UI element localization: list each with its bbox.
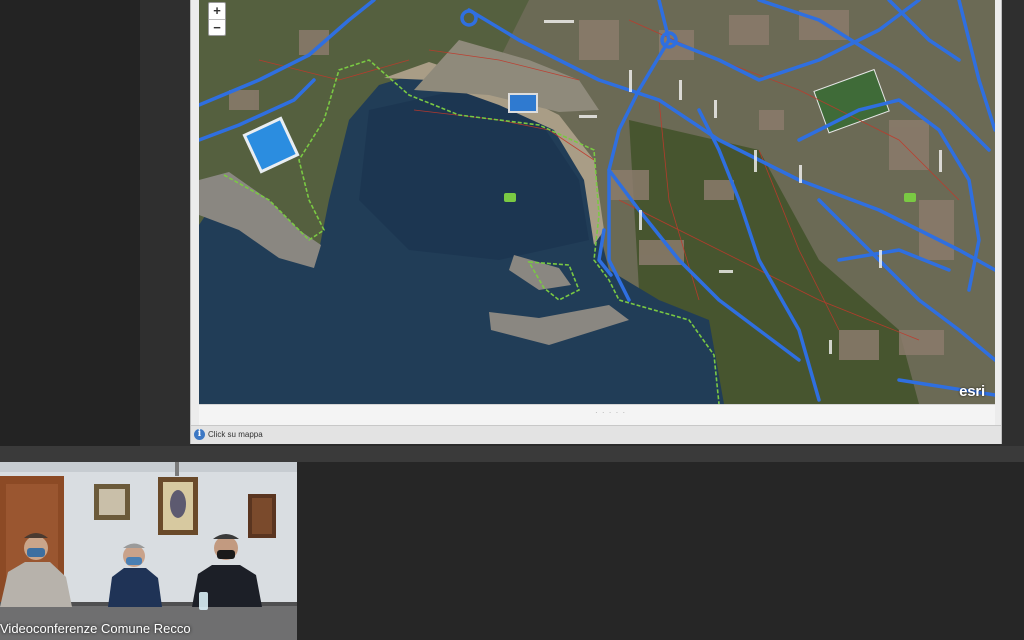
left-panel-background xyxy=(0,0,140,462)
webcam-video-frame xyxy=(0,462,297,640)
zoom-in-button[interactable]: + xyxy=(209,3,225,19)
webcam-caption: Videoconferenze Comune Recco xyxy=(0,621,191,636)
screen-share-bottom-band xyxy=(0,446,1024,462)
info-icon: i xyxy=(194,429,205,440)
zoom-out-button[interactable]: − xyxy=(209,19,225,35)
status-text: Click su mappa xyxy=(208,430,263,439)
zone-marker-p2[interactable] xyxy=(904,193,916,202)
esri-attribution-logo: esri xyxy=(959,383,985,400)
empty-video-area xyxy=(297,462,1024,640)
webcam-video-tile[interactable]: Videoconferenze Comune Recco xyxy=(0,462,297,640)
gis-map-window: + − esri · · · · · i Click su mappa xyxy=(190,0,1002,444)
water-bottle xyxy=(199,592,208,610)
satellite-imagery xyxy=(199,0,995,404)
harbour-pool xyxy=(508,93,538,113)
panel-splitter-handle[interactable]: · · · · · xyxy=(595,408,626,417)
satellite-map-view[interactable]: + − esri xyxy=(199,0,995,404)
map-status-bar: i Click su mappa xyxy=(191,425,1001,444)
screen-share-margin-left xyxy=(140,0,190,462)
screen-share-margin-right xyxy=(1000,0,1024,462)
map-bottom-gutter: · · · · · xyxy=(199,404,995,425)
zone-marker-p1[interactable] xyxy=(504,193,516,202)
zoom-control: + − xyxy=(208,2,226,36)
